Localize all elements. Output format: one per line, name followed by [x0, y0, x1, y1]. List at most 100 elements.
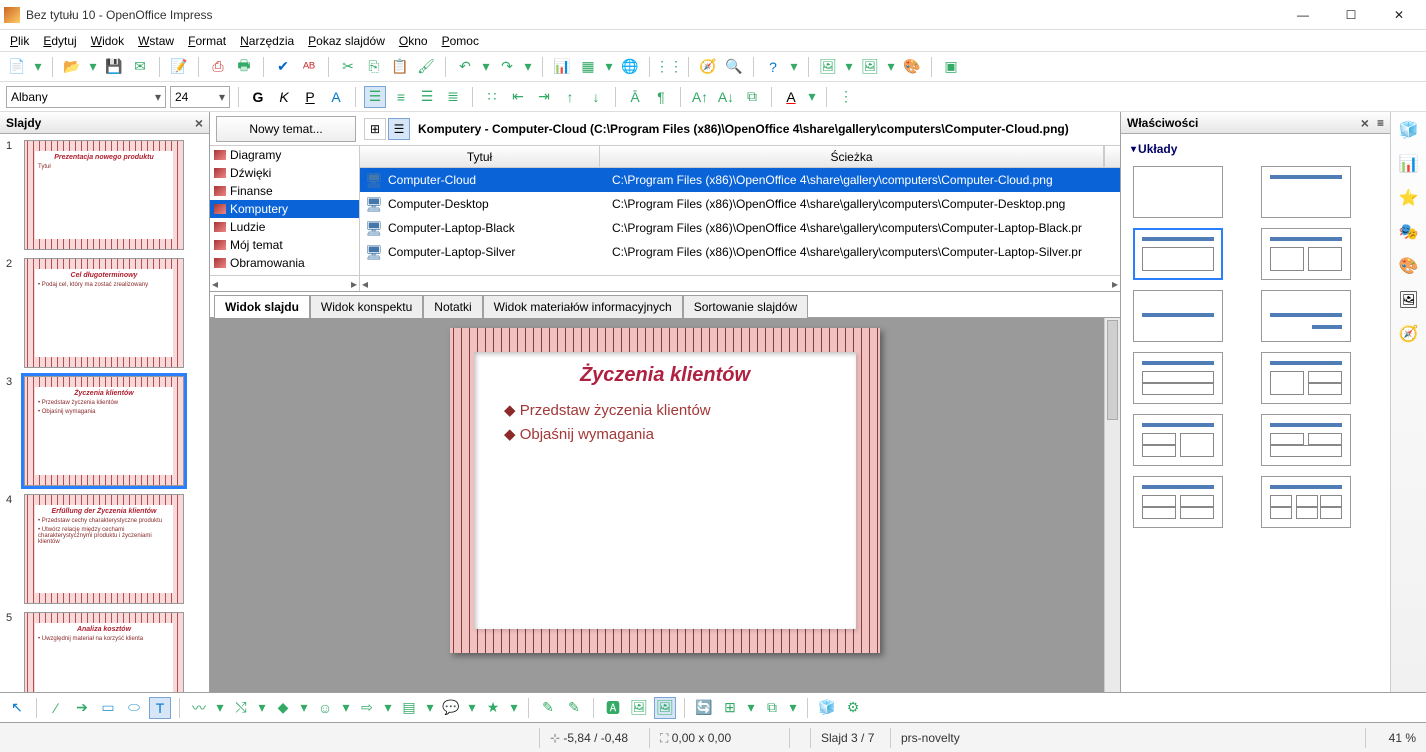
navigator-icon[interactable]: 🧭	[697, 56, 719, 78]
ellipse-icon[interactable]: ⬭	[123, 697, 145, 719]
col-path[interactable]: Ścieżka	[600, 146, 1104, 167]
dropdown-icon[interactable]: ▾	[298, 697, 310, 719]
dropdown-icon[interactable]: ▾	[522, 56, 534, 78]
para-icon[interactable]: ¶	[650, 86, 672, 108]
layout-title-2h[interactable]	[1133, 352, 1223, 404]
layout-blank[interactable]	[1133, 166, 1223, 218]
file-list-rows[interactable]: 🖥Computer-CloudC:\Program Files (x86)\Op…	[360, 168, 1120, 275]
scrollbar-horizontal[interactable]: ◂▸	[210, 275, 359, 291]
bold-icon[interactable]: G	[247, 86, 269, 108]
from-file-icon[interactable]: 🖼	[628, 697, 650, 719]
slide-title[interactable]: Życzenia klientów	[494, 364, 836, 387]
close-icon[interactable]: ×	[195, 115, 203, 131]
dropdown-icon[interactable]: ▾	[480, 56, 492, 78]
design-icon[interactable]: 🎨	[901, 56, 923, 78]
dropdown-icon[interactable]: ▾	[214, 697, 226, 719]
slide-thumbnail[interactable]: Życzenia klientów• Przedstaw życzenia kl…	[24, 376, 184, 486]
bullets-icon[interactable]: ∷	[481, 86, 503, 108]
save-icon[interactable]: 💾	[103, 56, 125, 78]
slide-thumbnail[interactable]: Cel długoterminowy• Podaj cel, który ma …	[24, 258, 184, 368]
grid-icon[interactable]: ⋮⋮	[658, 56, 680, 78]
dropdown-icon[interactable]: ▾	[603, 56, 615, 78]
slide-bullet[interactable]: Objaśnij wymagania	[504, 425, 836, 443]
slideshow-icon[interactable]: ▣	[940, 56, 962, 78]
dropdown-icon[interactable]: ▾	[424, 697, 436, 719]
close-button[interactable]: ✕	[1376, 1, 1422, 29]
layout-title-2top-1[interactable]	[1261, 414, 1351, 466]
select-icon[interactable]: ↖	[6, 697, 28, 719]
block-arrows-icon[interactable]: ⇨	[356, 697, 378, 719]
help-icon[interactable]: ?	[762, 56, 784, 78]
undo-icon[interactable]: ↶	[454, 56, 476, 78]
dropdown-icon[interactable]: ▾	[885, 56, 897, 78]
basic-shapes-icon[interactable]: ◆	[272, 697, 294, 719]
fontwork-icon[interactable]: 🅰	[602, 697, 624, 719]
layout-title-only[interactable]	[1261, 166, 1351, 218]
align-justify-icon[interactable]: ≣	[442, 86, 464, 108]
dropdown-icon[interactable]: ▾	[745, 697, 757, 719]
dropdown-icon[interactable]: ▾	[340, 697, 352, 719]
menu-plik[interactable]: Plik	[4, 30, 35, 52]
navigator-tab-icon[interactable]: 🧭	[1397, 322, 1421, 346]
zoom-icon[interactable]: 🔍	[723, 56, 745, 78]
slide-thumbnails[interactable]: 1Prezentacja nowego produktuTytuł2Cel dł…	[0, 134, 209, 722]
paste-icon[interactable]: 📋	[389, 56, 411, 78]
glue-icon[interactable]: ✎	[563, 697, 585, 719]
edit-file-icon[interactable]: 📝	[168, 56, 190, 78]
open-icon[interactable]: 📂	[61, 56, 83, 78]
properties-tab-icon[interactable]: 🧊	[1397, 118, 1421, 142]
file-row[interactable]: 🖥Computer-Laptop-BlackC:\Program Files (…	[360, 216, 1120, 240]
view-tab[interactable]: Notatki	[423, 295, 482, 318]
auto-spellcheck-icon[interactable]: ᴬᴮ	[298, 56, 320, 78]
export-pdf-icon[interactable]: ⎙	[207, 56, 229, 78]
layout-title-content[interactable]	[1133, 228, 1223, 280]
new-theme-button[interactable]: Nowy temat...	[216, 116, 356, 142]
rect-icon[interactable]: ▭	[97, 697, 119, 719]
hyperlink-icon[interactable]: 🌐	[619, 56, 641, 78]
spellcheck-icon[interactable]: ✔	[272, 56, 294, 78]
view-tab[interactable]: Widok konspektu	[310, 295, 423, 318]
theme-item[interactable]: Obramowania	[210, 254, 359, 272]
highlight-icon[interactable]: A	[780, 86, 802, 108]
promote-icon[interactable]: ⇤	[507, 86, 529, 108]
slide-canvas[interactable]: Życzenia klientów Przedstaw życzenia kli…	[450, 328, 880, 653]
dropdown-icon[interactable]: ▾	[508, 697, 520, 719]
file-row[interactable]: 🖥Computer-DesktopC:\Program Files (x86)\…	[360, 192, 1120, 216]
scrollbar-horizontal[interactable]: ◂▸	[360, 275, 1120, 291]
menu-narzędzia[interactable]: Narzędzia	[234, 30, 300, 52]
theme-item[interactable]: Ludzie	[210, 218, 359, 236]
theme-item[interactable]: Dźwięki	[210, 164, 359, 182]
master-icon[interactable]: 🖼	[859, 56, 881, 78]
gallery-tab-icon[interactable]: 🖼	[1397, 288, 1421, 312]
dropdown-icon[interactable]: ▾	[32, 56, 44, 78]
char-icon[interactable]: Ā	[624, 86, 646, 108]
decrease-font-icon[interactable]: A↓	[715, 86, 737, 108]
dropdown-icon[interactable]: ▾	[466, 697, 478, 719]
underline-icon[interactable]: P	[299, 86, 321, 108]
theme-item[interactable]: Finanse	[210, 182, 359, 200]
master-pages-tab-icon[interactable]: 📊	[1397, 152, 1421, 176]
file-row[interactable]: 🖥Computer-CloudC:\Program Files (x86)\Op…	[360, 168, 1120, 192]
italic-icon[interactable]: K	[273, 86, 295, 108]
symbol-shapes-icon[interactable]: ☺	[314, 697, 336, 719]
minimize-button[interactable]: —	[1280, 1, 1326, 29]
layout-title-4[interactable]	[1133, 476, 1223, 528]
new-doc-icon[interactable]: 📄	[6, 56, 28, 78]
theme-item[interactable]: Diagramy	[210, 146, 359, 164]
dropdown-icon[interactable]: ▾	[787, 697, 799, 719]
view-icons-button[interactable]: ⊞	[364, 118, 386, 140]
flowchart-icon[interactable]: ▤	[398, 697, 420, 719]
arrow-icon[interactable]: ➔	[71, 697, 93, 719]
extrusion-icon[interactable]: 🧊	[816, 697, 838, 719]
dropdown-icon[interactable]: ▾	[87, 56, 99, 78]
dropdown-icon[interactable]: ▾	[382, 697, 394, 719]
copy-icon[interactable]: ⎘	[363, 56, 385, 78]
styles-tab-icon[interactable]: 🎨	[1397, 254, 1421, 278]
font-size-combo[interactable]: 24 ▾	[170, 86, 230, 108]
menu-wstaw[interactable]: Wstaw	[132, 30, 180, 52]
move-down-icon[interactable]: ↓	[585, 86, 607, 108]
align-right-icon[interactable]: ☰	[416, 86, 438, 108]
menu-widok[interactable]: Widok	[85, 30, 130, 52]
dropdown-icon[interactable]: ▾	[256, 697, 268, 719]
scrollbar-vertical[interactable]	[1104, 318, 1120, 706]
